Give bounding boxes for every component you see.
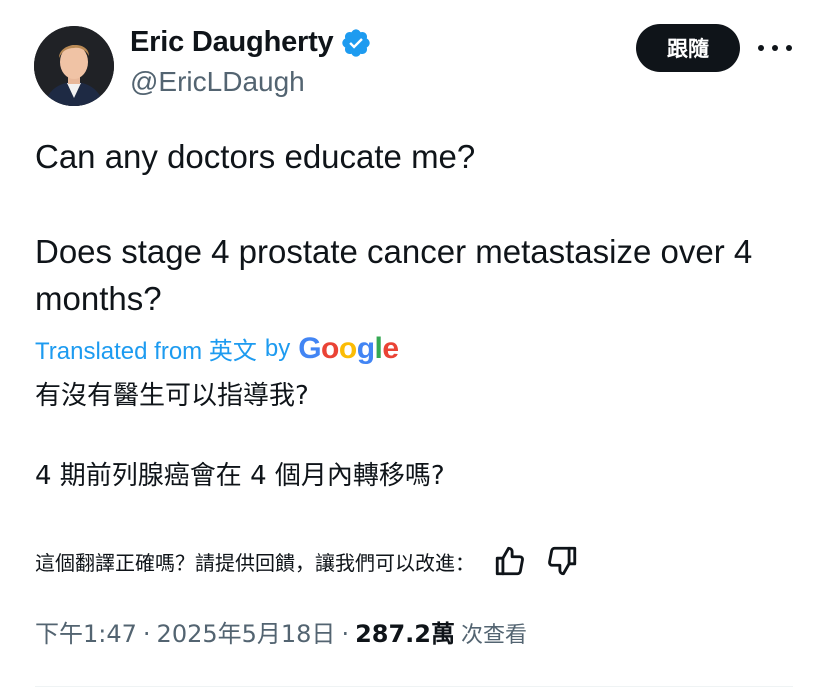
- translated-text-line1: 有沒有醫生可以指導我?: [35, 381, 309, 411]
- meta-separator: ·: [341, 620, 350, 648]
- tweet-meta: 下午1:47 · 2025年5月18日 · 287.2萬 次查看: [35, 614, 527, 649]
- author-name-row[interactable]: Eric Daugherty: [130, 26, 372, 59]
- translated-from-label[interactable]: Translated from 英文: [35, 331, 257, 366]
- follow-button[interactable]: 跟隨: [636, 24, 740, 72]
- thumbs-down-icon[interactable]: [545, 544, 579, 578]
- avatar[interactable]: [34, 26, 114, 106]
- translated-by-label: by: [264, 334, 291, 362]
- tweet-date[interactable]: 2025年5月18日: [157, 614, 336, 649]
- translated-text-line2: 4 期前列腺癌會在 4 個月內轉移嗎?: [35, 461, 445, 491]
- meta-separator: ·: [142, 620, 151, 648]
- author-handle[interactable]: @EricLDaugh: [130, 66, 305, 98]
- more-dot-icon: [758, 45, 764, 51]
- thumbs-up-icon[interactable]: [493, 544, 527, 578]
- google-letter: e: [382, 331, 399, 365]
- divider: [35, 686, 793, 687]
- tweet-time[interactable]: 下午1:47: [35, 614, 137, 649]
- views-count[interactable]: 287.2萬: [355, 614, 455, 649]
- views-label: 次查看: [461, 623, 528, 648]
- author-display-name[interactable]: Eric Daugherty: [130, 26, 334, 59]
- tweet-text-line2: Does stage 4 prostate cancer metastasize…: [35, 233, 753, 317]
- more-dot-icon: [786, 45, 792, 51]
- translation-attribution[interactable]: Translated from 英文 by Google: [35, 331, 399, 366]
- google-letter: o: [321, 331, 339, 365]
- feedback-prompt: 這個翻譯正確嗎？請提供回饋，讓我們可以改進：: [35, 550, 475, 575]
- verified-badge-icon[interactable]: [340, 27, 372, 59]
- tweet-text-line1: Can any doctors educate me?: [35, 138, 476, 175]
- google-logo: Google: [298, 331, 399, 366]
- google-letter: o: [338, 331, 357, 365]
- google-letter: G: [298, 331, 322, 365]
- google-letter: g: [356, 331, 375, 365]
- translation-feedback: 這個翻譯正確嗎？請提供回饋，讓我們可以改進：: [35, 544, 579, 578]
- more-options-button[interactable]: [758, 36, 792, 60]
- more-dot-icon: [772, 45, 778, 51]
